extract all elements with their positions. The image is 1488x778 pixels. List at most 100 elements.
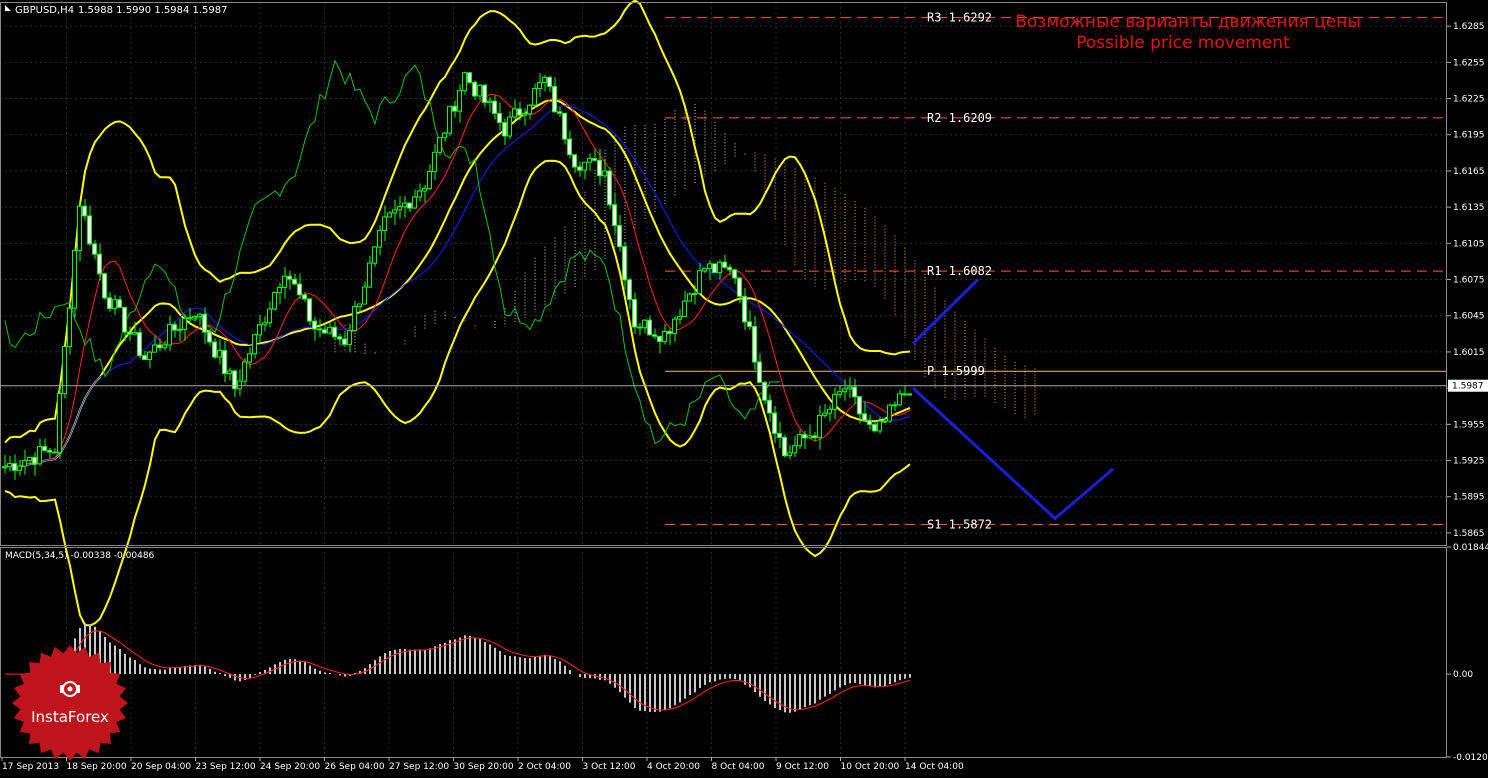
candle-body — [612, 204, 617, 226]
candle-body — [332, 326, 337, 338]
candle-body — [417, 190, 422, 198]
candle-body — [327, 326, 332, 334]
candle-body — [587, 158, 592, 163]
candle-body — [307, 298, 312, 322]
candle-body — [552, 85, 557, 113]
annotation-title-ru: Возможные варианты движения цены — [1015, 12, 1361, 32]
candle-body — [607, 170, 612, 206]
candle-body — [497, 112, 502, 124]
candle-body — [772, 412, 777, 434]
y-tick-label: 1.6195 — [1453, 131, 1485, 141]
candle-body — [762, 381, 767, 401]
candle-body — [507, 116, 512, 137]
candle-body — [602, 170, 607, 177]
candle-body — [412, 196, 417, 209]
candle-body — [517, 108, 522, 116]
y-tick-label: 1.6045 — [1453, 312, 1485, 322]
candle-body — [562, 112, 567, 140]
candle-body — [432, 151, 437, 172]
x-tick-label: 14 Oct 04:00 — [905, 762, 964, 772]
candle-body — [297, 283, 302, 296]
candle-body — [382, 216, 387, 232]
candle-body — [827, 408, 832, 414]
candle-body — [17, 465, 22, 471]
candle-body — [282, 275, 287, 288]
candle-body — [257, 324, 262, 336]
x-tick-label: 10 Oct 20:00 — [841, 762, 900, 772]
candle-body — [72, 250, 77, 309]
candle-body — [767, 399, 772, 414]
candle-body — [502, 122, 507, 137]
candle-body — [457, 90, 462, 112]
candle-body — [752, 325, 757, 363]
candle-body — [832, 393, 837, 410]
candle-body — [387, 212, 392, 218]
candle-body — [782, 436, 787, 457]
y-tick-label: 1.5865 — [1453, 529, 1485, 539]
candle-body — [817, 415, 822, 439]
candle-body — [472, 81, 477, 97]
x-tick-label: 30 Sep 20:00 — [454, 762, 514, 772]
y-tick-label: 1.6075 — [1453, 276, 1485, 286]
candle-body — [392, 209, 397, 214]
candle-body — [207, 331, 212, 343]
candle-body — [712, 263, 717, 274]
candle-body — [442, 132, 447, 139]
y-tick-label: 1.5895 — [1453, 493, 1485, 503]
candle-body — [277, 286, 282, 294]
candle-body — [342, 338, 347, 345]
candle-body — [882, 420, 887, 423]
y-tick-label: 1.6285 — [1453, 22, 1485, 32]
candle-body — [567, 138, 572, 156]
candle-body — [907, 393, 912, 396]
y-tick-label: 1.6255 — [1453, 58, 1485, 68]
candle-body — [312, 320, 317, 330]
candle-body — [492, 100, 497, 114]
candle-body — [777, 432, 782, 438]
candle-body — [802, 434, 807, 439]
candle-body — [677, 315, 682, 320]
candle-body — [222, 349, 227, 375]
candle-body — [247, 353, 252, 363]
candle-body — [892, 404, 897, 407]
y-tick-label: 1.6135 — [1453, 203, 1485, 213]
candle-body — [157, 344, 162, 349]
candle-body — [27, 456, 32, 461]
candle-body — [172, 323, 177, 331]
candle-body — [67, 307, 72, 347]
y-tick-label: 1.6105 — [1453, 239, 1485, 249]
candle-body — [747, 321, 752, 327]
x-tick-label: 9 Oct 12:00 — [776, 762, 829, 772]
y-tick-label: 1.6015 — [1453, 348, 1485, 358]
candle-body — [292, 278, 297, 285]
candle-body — [42, 446, 47, 451]
candle-body — [597, 159, 602, 177]
y-tick-label: 1.6225 — [1453, 95, 1485, 105]
candle-body — [322, 329, 327, 334]
candle-body — [687, 293, 692, 302]
candle-body — [62, 345, 67, 395]
candle-body — [237, 380, 242, 390]
candle-body — [347, 330, 352, 345]
x-tick-label: 8 Oct 04:00 — [712, 762, 765, 772]
candle-body — [402, 202, 407, 208]
candle-body — [467, 72, 472, 83]
candle-body — [617, 224, 622, 248]
candle-body — [667, 330, 672, 335]
candle-body — [672, 318, 677, 335]
candle-body — [152, 344, 157, 353]
candle-body — [287, 275, 292, 280]
candle-body — [202, 313, 207, 333]
candle-body — [632, 298, 637, 328]
x-tick-label: 2 Oct 04:00 — [518, 762, 571, 772]
candle-body — [87, 215, 92, 245]
candle-body — [452, 105, 457, 112]
candle-body — [302, 294, 307, 300]
candle-body — [57, 393, 62, 454]
candle-body — [682, 300, 687, 317]
candle-body — [852, 386, 857, 398]
candle-body — [477, 84, 482, 97]
logo-badge-icon — [12, 645, 128, 761]
candle-body — [657, 335, 662, 342]
current-price-label: 1.5987 — [1452, 382, 1484, 392]
